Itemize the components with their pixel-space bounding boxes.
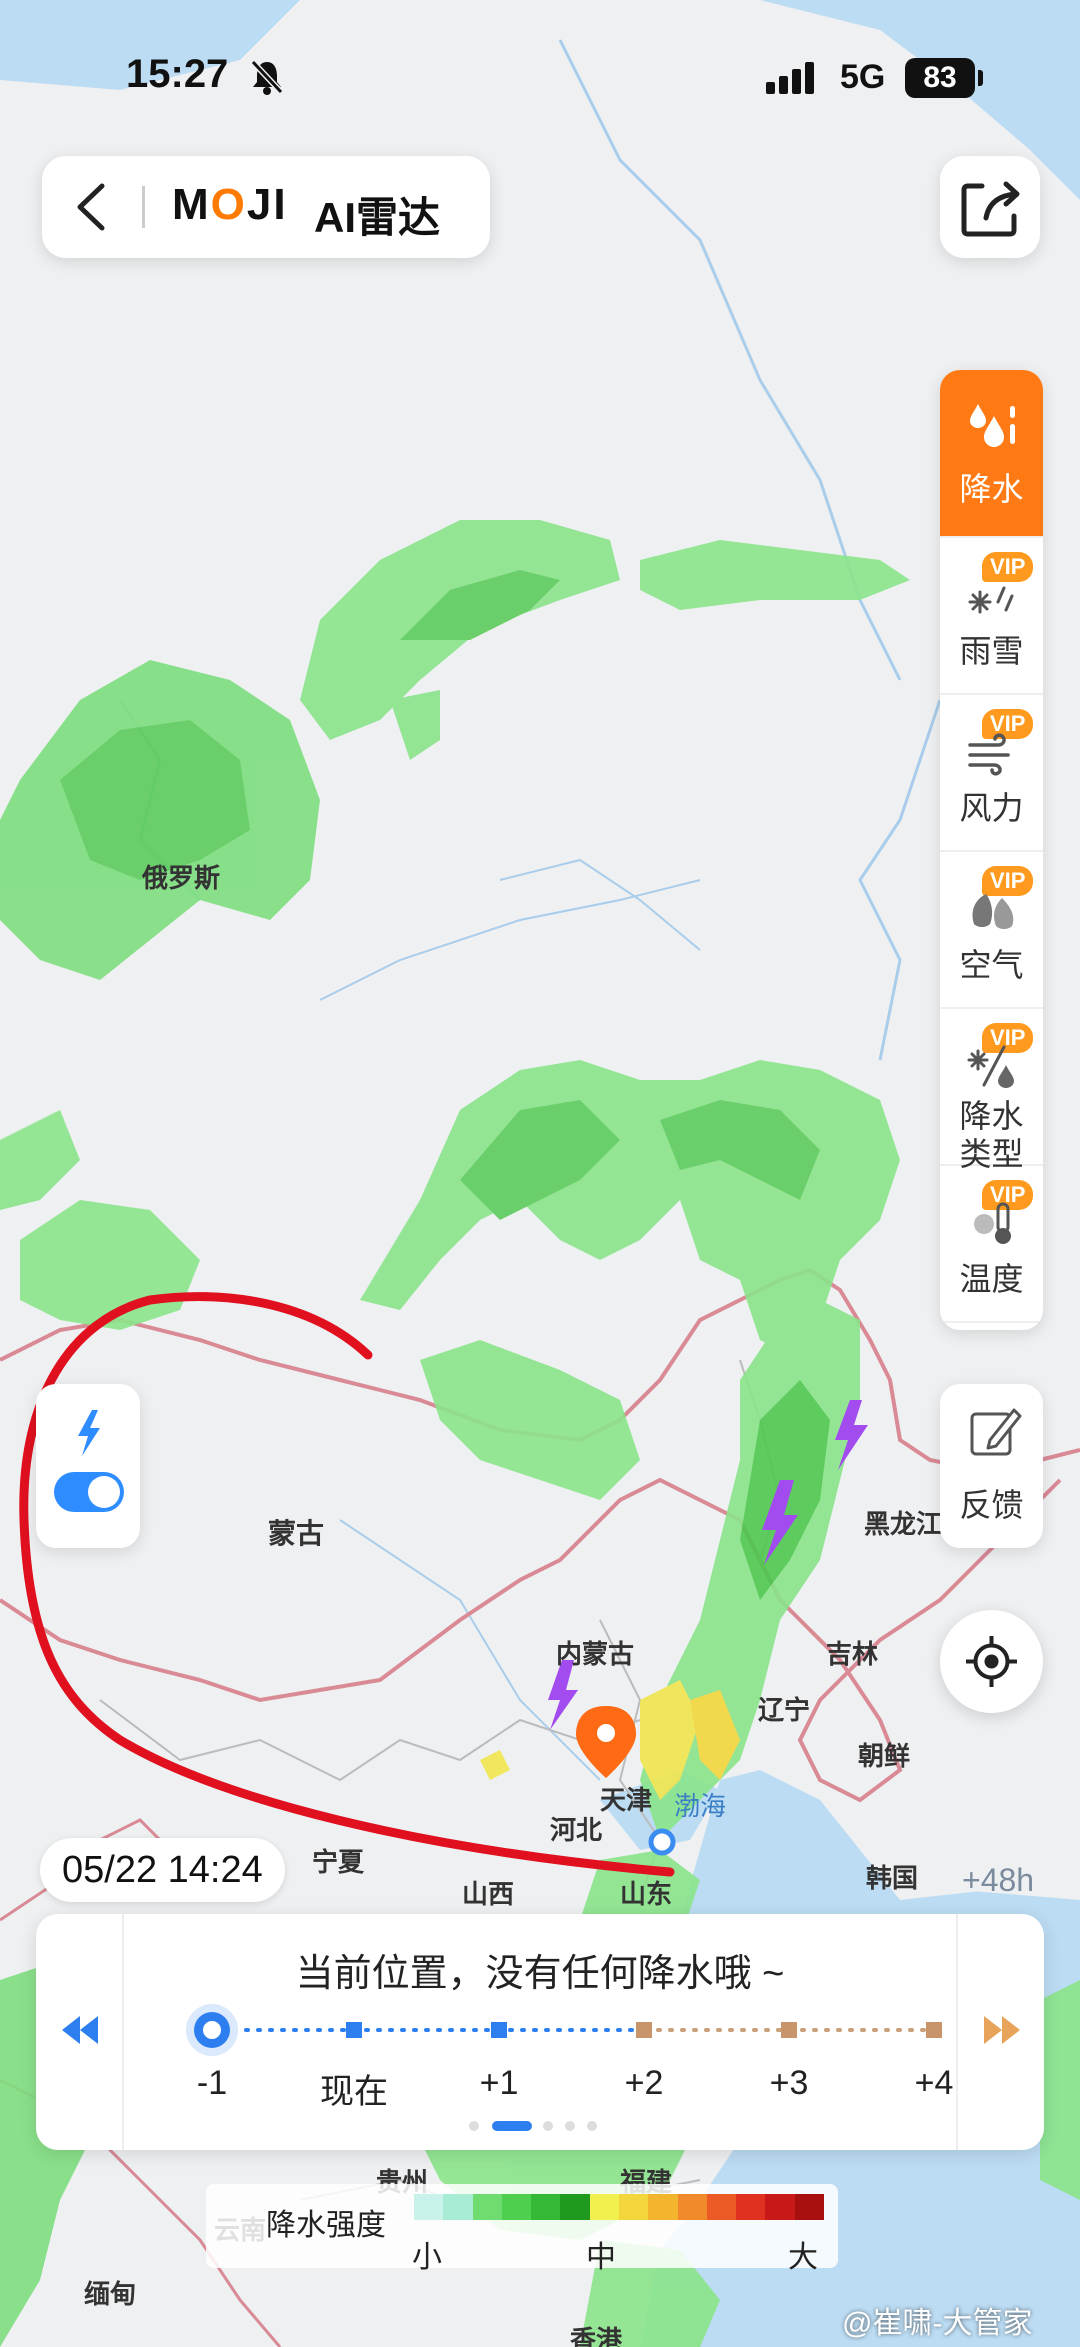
timeline-tick[interactable]: +3: [729, 2064, 849, 2103]
precipitation-legend: 降水强度 小 中 大: [206, 2184, 838, 2274]
layer-label: 温度: [959, 1261, 1024, 1297]
back-icon[interactable]: [62, 176, 122, 238]
map-label-jilin: 吉林: [826, 1639, 879, 1669]
rain-snow-icon: [968, 586, 1014, 614]
legend-swatch: [589, 2194, 619, 2220]
toggle-knob: [88, 1476, 120, 1508]
legend-swatch: [736, 2194, 766, 2220]
layer-precip-type[interactable]: VIP 降水 类型: [940, 1009, 1043, 1172]
header-divider: [142, 186, 145, 228]
map-label-hongkong: 香港: [570, 2325, 623, 2347]
legend-swatch: [677, 2194, 707, 2220]
map-label-tianjin: 天津: [600, 1785, 653, 1815]
battery-icon: 83: [905, 58, 975, 98]
battery-tip: [978, 70, 983, 86]
lightning-toggle[interactable]: [54, 1472, 124, 1512]
timeline-track[interactable]: [124, 2000, 956, 2060]
fast-forward-button[interactable]: [956, 1914, 1044, 2150]
lightning-icon: [78, 1410, 100, 1456]
legend-swatch: [765, 2194, 795, 2220]
status-time: 15:27: [126, 52, 229, 96]
layer-label: 空气: [959, 947, 1024, 983]
layer-air[interactable]: VIP 空气: [940, 852, 1043, 1009]
signal-icon: [766, 62, 814, 94]
page-indicator: [469, 2121, 597, 2131]
legend-swatch: [531, 2194, 561, 2220]
silent-bell-icon: [250, 59, 284, 95]
watermark: @崔啸-大管家: [842, 2307, 1033, 2340]
legend-swatch: [648, 2194, 678, 2220]
map-label-shandong: 山东: [620, 1879, 673, 1909]
map-label-shanxi: 山西: [462, 1879, 515, 1909]
legend-swatch: [618, 2194, 649, 2220]
legend-mid: 中: [586, 2241, 616, 2274]
feedback-button[interactable]: 反馈: [940, 1384, 1043, 1548]
map-label-liaoning: 辽宁: [758, 1695, 811, 1725]
precipitation-icon: [970, 404, 1015, 447]
layer-label: 降水: [959, 471, 1024, 507]
legend-color-bar: [414, 2194, 824, 2220]
edit-icon: [970, 1408, 1022, 1456]
share-icon: [961, 181, 1020, 237]
radar-timestamp: 05/22 14:24: [40, 1838, 285, 1902]
status-bar: 15:27 5G 83: [0, 0, 1080, 150]
layer-wind[interactable]: VIP 风力: [940, 695, 1043, 852]
precipitation-message: 当前位置，没有任何降水哦 ~: [295, 1953, 785, 1995]
rewind-icon: [62, 2016, 98, 2044]
precip-type-icon: [967, 1045, 1014, 1088]
network-type: 5G: [840, 58, 886, 96]
map-label-inner-mongolia: 内蒙古: [556, 1639, 635, 1669]
map-label-south-korea: 韩国: [866, 1863, 919, 1893]
share-button[interactable]: [940, 156, 1040, 258]
map-label-russia: 俄罗斯: [142, 863, 221, 893]
forecast-hours: +48h: [962, 1862, 1035, 1898]
timeline-panel: 当前位置，没有任何降水哦 ~ -1 现在 +1 +2 +3 +4: [36, 1914, 1044, 2150]
legend-low: 小: [412, 2241, 442, 2274]
layer-label: 风力: [959, 790, 1024, 826]
map-label-myanmar: 缅甸: [84, 2279, 137, 2309]
rewind-button[interactable]: [36, 1914, 124, 2150]
feedback-label: 反馈: [959, 1487, 1024, 1523]
timeline-tick[interactable]: -1: [152, 2064, 272, 2103]
wind-icon: [968, 733, 1010, 776]
timeline-tick[interactable]: +1: [439, 2064, 559, 2103]
legend-title: 降水强度: [266, 2209, 386, 2242]
map-label-north-korea: 朝鲜: [858, 1741, 911, 1771]
map-label-ningxia: 宁夏: [312, 1847, 365, 1877]
legend-swatch: [443, 2194, 473, 2220]
page-title: AI雷达: [314, 194, 441, 241]
legend-swatch: [472, 2194, 502, 2220]
legend-swatch: [560, 2194, 590, 2220]
map-label-hebei: 河北: [550, 1815, 603, 1845]
layer-rain-snow[interactable]: VIP 雨雪: [940, 538, 1043, 695]
header-bar: MOJI AI雷达: [42, 156, 490, 258]
air-quality-icon: [972, 894, 1014, 929]
layer-temperature[interactable]: VIP 温度: [940, 1166, 1043, 1323]
moji-logo: MOJI: [172, 180, 288, 229]
timeline-tick[interactable]: +2: [584, 2064, 704, 2103]
lightning-card: [36, 1384, 140, 1548]
layer-label: 降水 类型: [959, 1098, 1024, 1172]
timeline-tick[interactable]: 现在: [294, 2064, 414, 2113]
layer-precipitation[interactable]: 降水: [940, 370, 1043, 538]
map-label-mongolia: 蒙古: [268, 1518, 325, 1549]
layer-panel: 降水 VIP 雨雪 VIP 风力 VIP 空气 VIP 降水 类型 VIP 温度: [940, 370, 1043, 1330]
layer-label: 雨雪: [959, 633, 1024, 669]
fast-forward-icon: [984, 2016, 1020, 2044]
legend-swatch: [794, 2194, 824, 2220]
legend-swatch: [414, 2194, 444, 2220]
timeline-ticks: -1 现在 +1 +2 +3 +4: [124, 2064, 956, 2114]
legend-swatch: [501, 2194, 532, 2220]
map-label-heilongjiang: 黑龙江: [864, 1509, 943, 1539]
locate-button[interactable]: [940, 1610, 1043, 1713]
temperature-icon: [974, 1202, 1011, 1244]
legend-swatch: [706, 2194, 737, 2220]
map-label-bohai: 渤海: [674, 1791, 727, 1821]
legend-high: 大: [788, 2241, 818, 2274]
crosshair-icon: [966, 1636, 1017, 1687]
